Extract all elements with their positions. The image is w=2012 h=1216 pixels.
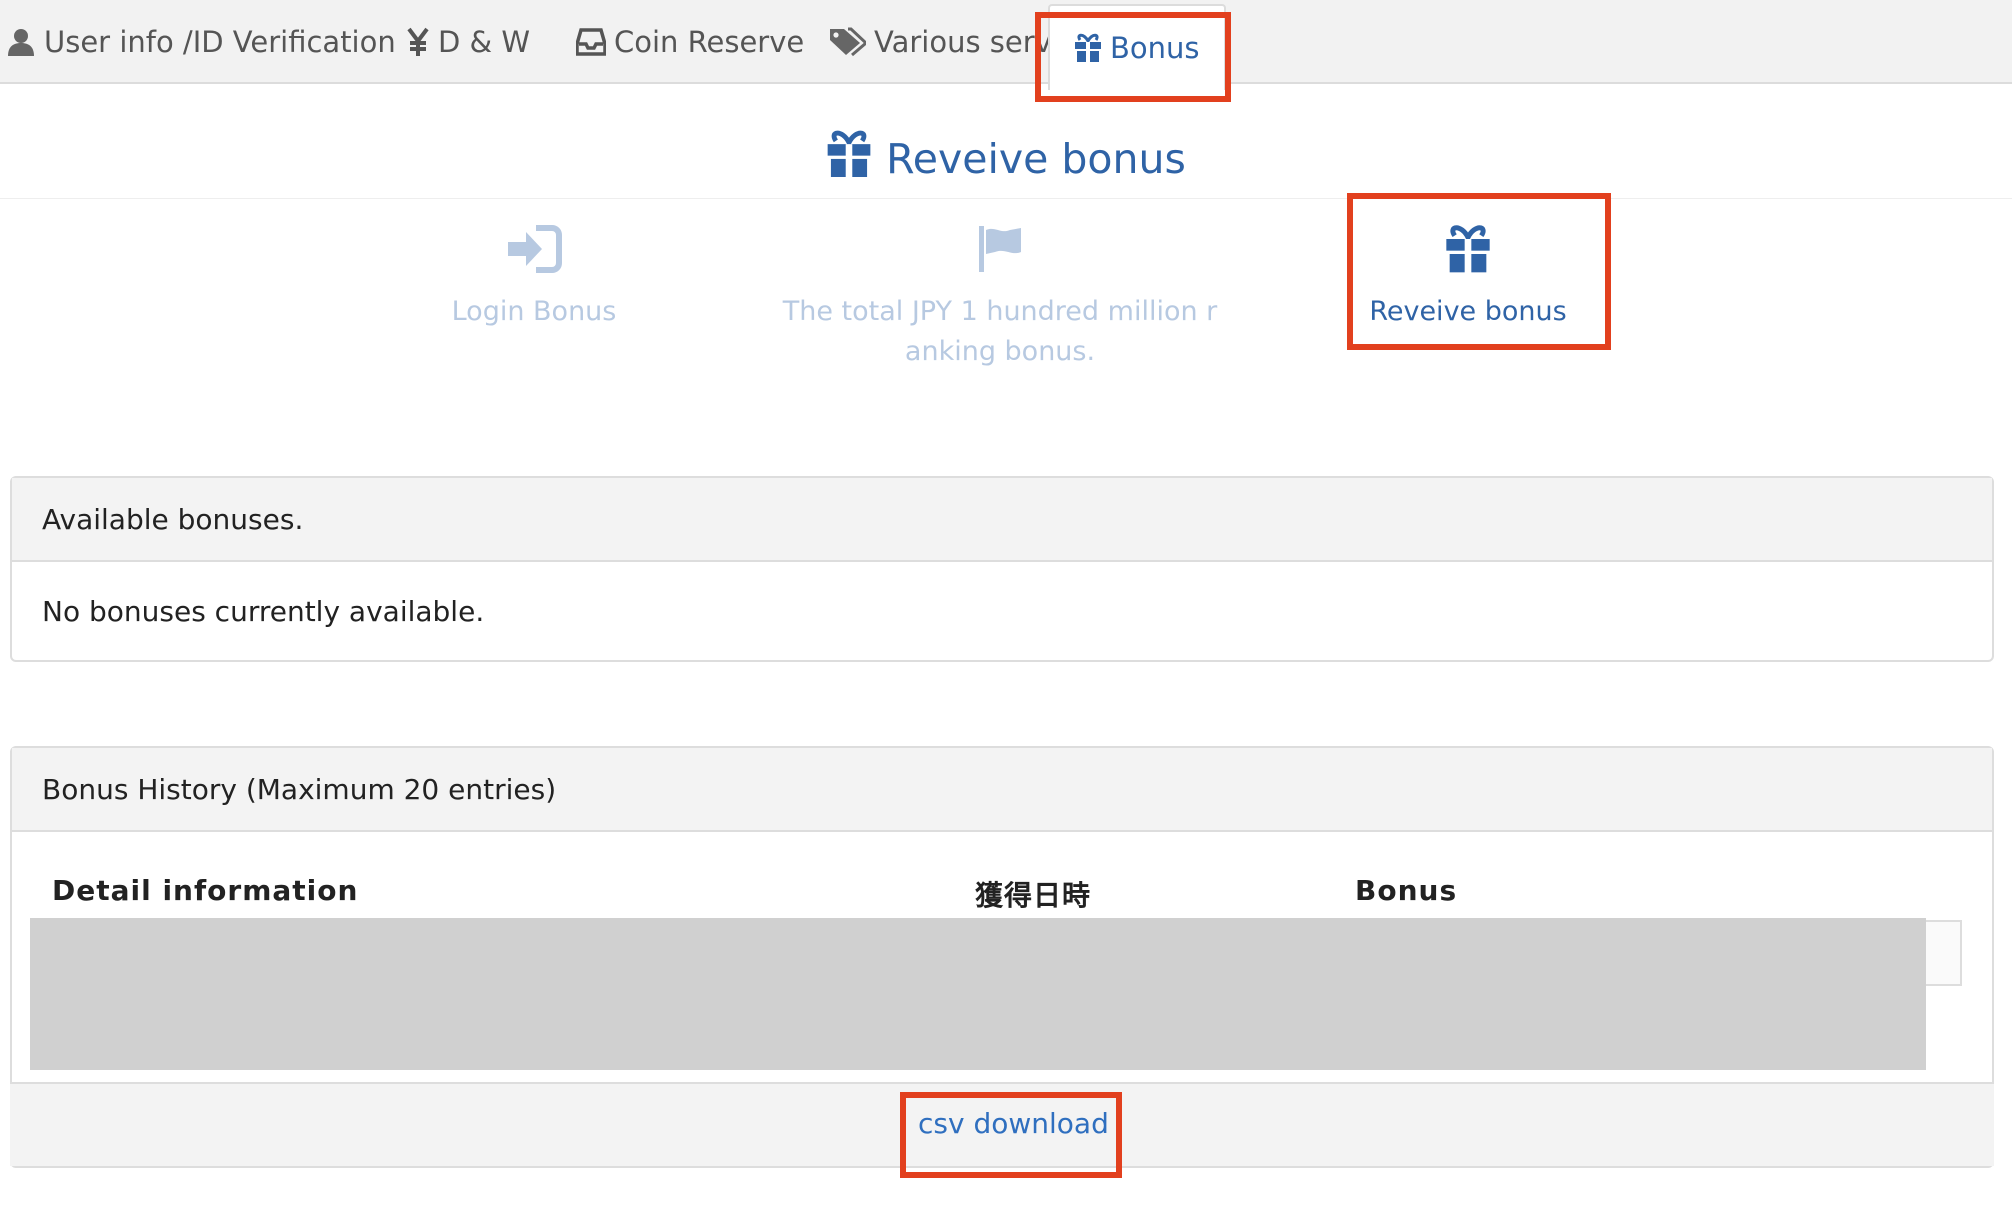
empty-message: No bonuses currently available. (42, 595, 485, 628)
tab-label: User info /ID Verification (44, 25, 396, 59)
column-header-bonus: Bonus (1355, 874, 1458, 907)
tab-label: Coin Reserve (614, 25, 805, 59)
subnav-receive-bonus[interactable]: Reveive bonus (1368, 224, 1568, 332)
subnav-ranking-bonus[interactable]: The total JPY 1 hundred million r anking… (780, 224, 1220, 372)
panel-title: Available bonuses. (12, 478, 1992, 562)
tab-deposit-withdraw[interactable]: D & W (406, 0, 530, 84)
tab-label: Various serv (874, 25, 1052, 59)
gift-icon (826, 129, 886, 189)
column-header-acquired-date: 獲得日時 (975, 879, 1092, 912)
panel-title: Bonus History (Maximum 20 entries) (12, 748, 1992, 832)
subnav-label: Login Bonus (451, 296, 617, 327)
page-title: Reveive bonus (0, 120, 2012, 199)
csv-download-link[interactable]: csv download (918, 1107, 1109, 1140)
gift-icon (1074, 33, 1110, 63)
tab-label: Bonus (1110, 31, 1200, 65)
flag-icon (977, 224, 1023, 292)
column-header-detail: Detail information (52, 874, 359, 907)
tags-icon (828, 27, 874, 57)
redacted-rows (30, 918, 1926, 1070)
available-bonuses-panel: Available bonuses. No bonuses currently … (10, 476, 1994, 662)
subnav-label-line1: The total JPY 1 hundred million r (782, 296, 1218, 327)
tab-various-services[interactable]: Various serv (828, 0, 1052, 84)
tab-coin-reserve[interactable]: Coin Reserve (576, 0, 804, 84)
user-icon (6, 27, 44, 57)
tab-bonus[interactable]: Bonus (1048, 4, 1226, 90)
subnav-label: Reveive bonus (1369, 296, 1567, 327)
tab-user-info[interactable]: User info /ID Verification (6, 0, 396, 84)
subnav-label-line2: anking bonus. (904, 336, 1096, 367)
tab-bar: User info /ID Verification D & W Coin Re… (0, 0, 2012, 90)
inbox-icon (576, 28, 614, 56)
yen-icon (406, 27, 438, 57)
page-title-text: Reveive bonus (886, 135, 1186, 183)
subnav-login-bonus[interactable]: Login Bonus (434, 224, 634, 332)
sign-in-icon (506, 224, 562, 292)
tab-label: D & W (438, 25, 531, 59)
gift-icon (1444, 224, 1492, 292)
